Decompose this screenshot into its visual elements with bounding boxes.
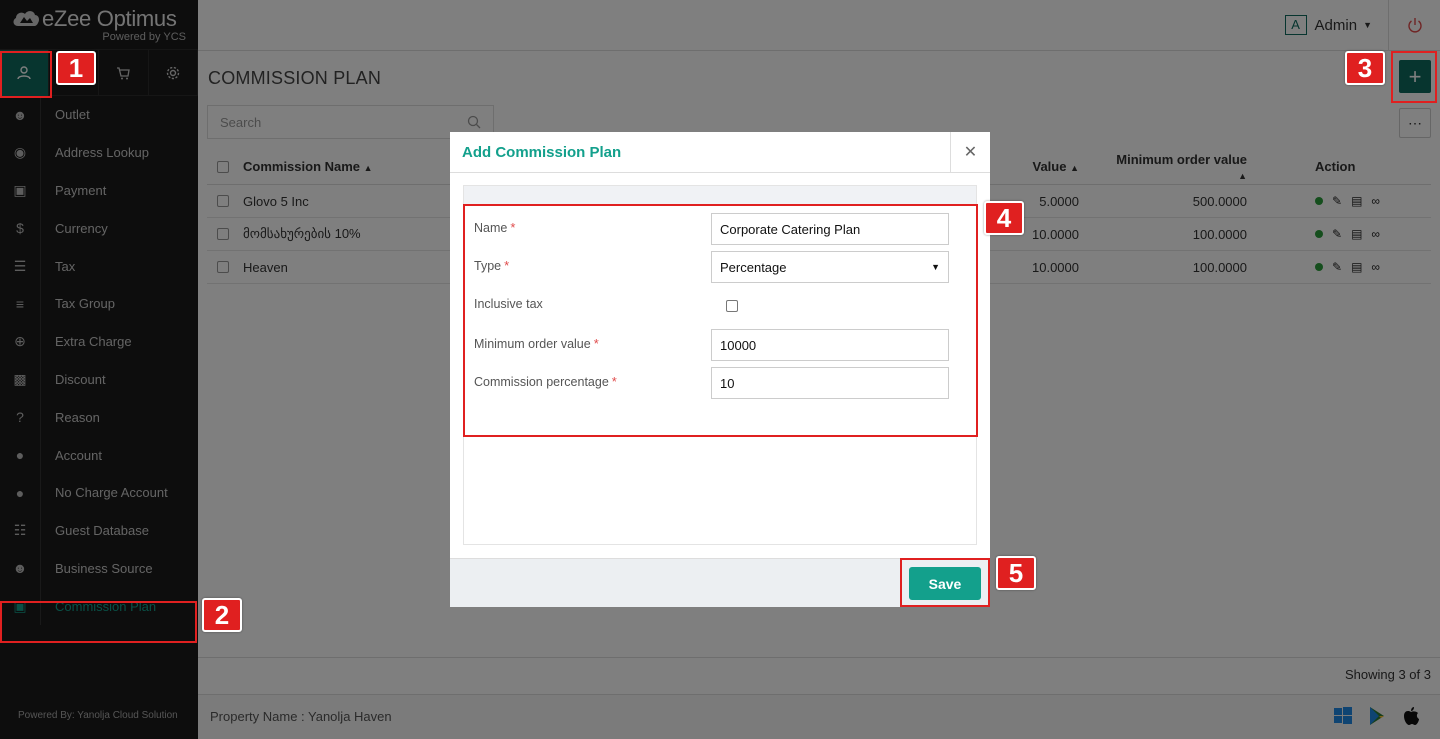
body-strip: [464, 186, 976, 204]
dialog-header: Add Commission Plan ✕: [450, 132, 990, 173]
step-badge-4: 4: [984, 201, 1024, 235]
highlight-box-3: [1391, 51, 1437, 103]
highlight-box-4: [463, 204, 978, 437]
step-badge-3: 3: [1345, 51, 1385, 85]
highlight-box-1: [0, 51, 52, 98]
step-badge-5: 5: [996, 556, 1036, 590]
close-button[interactable]: ✕: [950, 132, 990, 172]
step-badge-1: 1: [56, 51, 96, 85]
highlight-box-2: [0, 601, 197, 643]
step-badge-2: 2: [202, 598, 242, 632]
dialog-title: Add Commission Plan: [462, 144, 622, 161]
highlight-box-5: [900, 558, 990, 607]
close-icon: ✕: [963, 144, 978, 161]
